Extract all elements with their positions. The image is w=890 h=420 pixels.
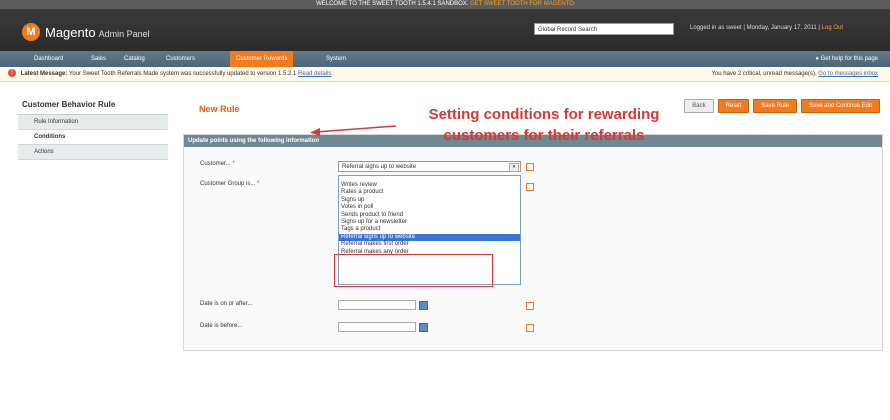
list-item[interactable]: Sends product to friend bbox=[339, 212, 520, 219]
message-text: Your Sweet Tooth Referrals Made system w… bbox=[68, 71, 297, 77]
highlight-box bbox=[334, 254, 493, 287]
logo-subtitle: Admin Panel bbox=[98, 28, 150, 39]
reset-button[interactable]: Reset bbox=[717, 99, 750, 113]
welcome-link[interactable]: GET SWEET TOOTH FOR MAGENTO bbox=[470, 1, 574, 7]
message-right: You have 2 critical, unread message(s). … bbox=[711, 67, 878, 81]
welcome-text: WELCOME TO THE SWEET TOOTH 1.5.4.1 SANDB… bbox=[316, 1, 469, 7]
to-date-label: Date is before... bbox=[200, 323, 243, 329]
warning-icon: ! bbox=[8, 69, 16, 78]
list-item[interactable]: Signs up for a newsletter bbox=[339, 219, 520, 226]
group-label-text: Customer Group is... bbox=[200, 181, 256, 187]
admin-header: M Magento Admin Panel Global Record Searc… bbox=[0, 9, 890, 51]
annotation-line-1: Setting conditions for rewarding bbox=[428, 106, 660, 123]
welcome-strip: WELCOME TO THE SWEET TOOTH 1.5.4.1 SANDB… bbox=[0, 0, 890, 9]
help-link[interactable]: ● Get help for this page bbox=[815, 51, 878, 67]
logout-link[interactable]: Log Out bbox=[822, 25, 843, 31]
annotation-arrow-icon bbox=[310, 125, 397, 136]
magento-logo-icon: M bbox=[22, 23, 40, 41]
messages-inbox-link[interactable]: Go to messages inbox bbox=[818, 71, 878, 77]
list-item[interactable]: Rates a product bbox=[339, 189, 520, 196]
from-date-label: Date is on or after... bbox=[200, 301, 253, 307]
tab-rule-information[interactable]: Rule Information bbox=[18, 115, 168, 130]
message-count: You have 2 critical, unread message(s). bbox=[711, 71, 817, 77]
scope-icon bbox=[526, 183, 534, 191]
chevron-down-icon: ▾ bbox=[509, 163, 519, 172]
help-text: Get help for this page bbox=[820, 56, 878, 62]
system-message: ! Latest Message: Your Sweet Tooth Refer… bbox=[0, 67, 890, 82]
list-item[interactable]: Signs up bbox=[339, 197, 520, 204]
sidebar-title: Customer Behavior Rule bbox=[18, 100, 168, 115]
main-nav: Dashboard Sales Catalog Customers Custom… bbox=[0, 51, 890, 67]
button-bar: Back Reset Save Rule Save and Continue E… bbox=[684, 99, 880, 113]
scope-icon bbox=[526, 163, 534, 171]
calendar-icon[interactable] bbox=[419, 301, 428, 310]
list-item[interactable]: Writes review bbox=[339, 182, 520, 189]
action-label-text: Customer... bbox=[200, 161, 231, 167]
list-item[interactable]: Tags a product bbox=[339, 226, 520, 233]
annotation-line-2: customers for their referrals bbox=[443, 127, 645, 144]
nav-catalog[interactable]: Catalog bbox=[118, 51, 151, 67]
user-info-text: Logged in as sweet | Monday, January 17,… bbox=[690, 25, 820, 31]
to-date-input[interactable] bbox=[338, 322, 416, 332]
annotation-callout: Setting conditions for rewarding custome… bbox=[395, 104, 693, 146]
from-date-input[interactable] bbox=[338, 300, 416, 310]
group-label: Customer Group is... * bbox=[200, 181, 260, 187]
nav-system[interactable]: System bbox=[320, 51, 352, 67]
page-title: New Rule bbox=[199, 104, 240, 114]
save-continue-button[interactable]: Save and Continue Edit bbox=[800, 99, 880, 113]
conditions-fieldset: Update points using the following inform… bbox=[183, 134, 883, 351]
list-item[interactable]: Referral signs up to website bbox=[339, 233, 520, 242]
scope-icon bbox=[526, 302, 534, 310]
save-rule-button[interactable]: Save Rule bbox=[753, 99, 797, 113]
calendar-icon[interactable] bbox=[419, 323, 428, 332]
action-select[interactable]: Referral signs up to website ▾ bbox=[338, 161, 521, 172]
nav-customers[interactable]: Customers bbox=[160, 51, 201, 67]
list-item[interactable]: Votes in poll bbox=[339, 204, 520, 211]
user-info: Logged in as sweet | Monday, January 17,… bbox=[690, 25, 843, 31]
global-search-input[interactable]: Global Record Search bbox=[534, 23, 674, 35]
action-select-value: Referral signs up to website bbox=[342, 164, 417, 170]
sidebar: Customer Behavior Rule Rule Information … bbox=[18, 100, 168, 160]
nav-dashboard[interactable]: Dashboard bbox=[28, 51, 69, 67]
logo-text: Magento Admin Panel bbox=[45, 25, 150, 40]
action-label: Customer... * bbox=[200, 161, 235, 167]
tab-conditions[interactable]: Conditions bbox=[18, 130, 168, 145]
read-details-link[interactable]: Read details bbox=[298, 71, 331, 77]
logo-title: Magento bbox=[45, 24, 96, 40]
list-item[interactable]: Referral makes first order bbox=[339, 241, 520, 248]
message-label: Latest Message: bbox=[20, 71, 68, 77]
logo[interactable]: M Magento Admin Panel bbox=[22, 23, 150, 41]
scope-icon bbox=[526, 324, 534, 332]
nav-customer-rewards[interactable]: Customer Rewards bbox=[230, 51, 294, 67]
tab-actions[interactable]: Actions bbox=[18, 145, 168, 160]
nav-sales[interactable]: Sales bbox=[85, 51, 112, 67]
